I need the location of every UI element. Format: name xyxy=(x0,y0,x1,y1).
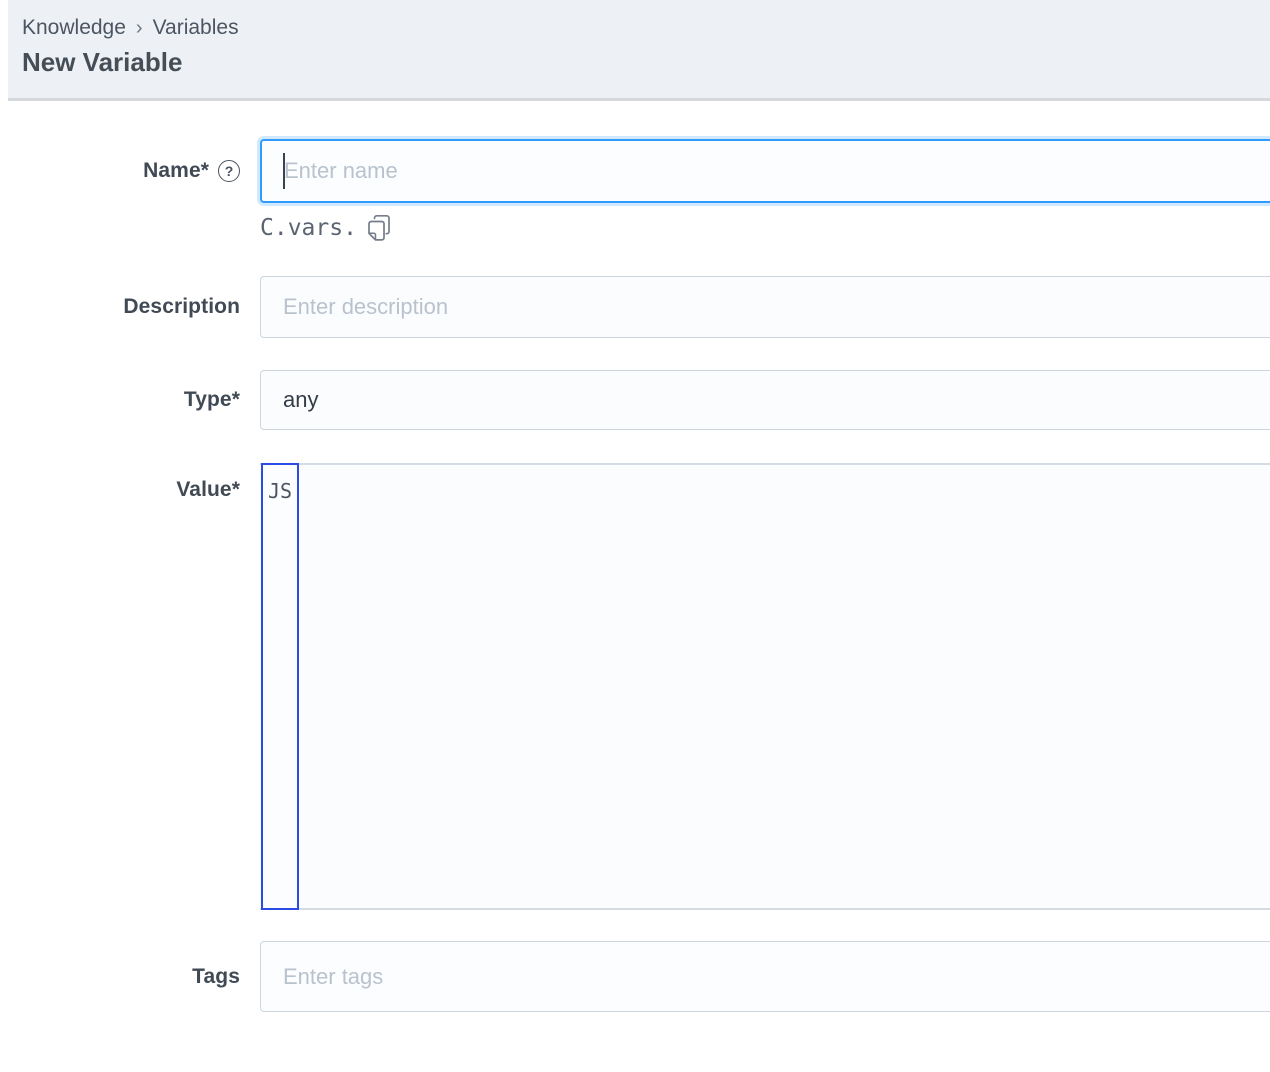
description-label: Description xyxy=(123,295,240,319)
page-header: Knowledge › Variables New Variable xyxy=(8,0,1270,101)
js-mode-badge[interactable]: JS xyxy=(261,463,299,910)
name-label: Name* xyxy=(143,159,209,183)
value-code-editor[interactable]: JS xyxy=(260,463,1270,910)
copy-icon[interactable] xyxy=(366,214,392,242)
description-input[interactable] xyxy=(260,276,1270,338)
tags-row: Tags xyxy=(0,941,1270,1012)
name-row: Name* ? xyxy=(0,139,1270,203)
value-label: Value* xyxy=(176,478,240,502)
type-label: Type* xyxy=(184,388,240,412)
help-icon[interactable]: ? xyxy=(218,160,240,182)
breadcrumb: Knowledge › Variables xyxy=(22,13,1270,43)
tags-label: Tags xyxy=(192,965,240,989)
type-row: Type* xyxy=(0,370,1270,430)
breadcrumb-separator-icon: › xyxy=(136,13,143,43)
new-variable-form: Name* ? C.vars. xyxy=(0,139,1270,1012)
type-input[interactable] xyxy=(260,370,1270,430)
variable-prefix: C.vars. xyxy=(260,215,357,241)
breadcrumb-variables[interactable]: Variables xyxy=(153,13,239,43)
breadcrumb-knowledge[interactable]: Knowledge xyxy=(22,13,126,43)
value-row: Value* JS xyxy=(0,463,1270,910)
text-caret xyxy=(283,153,285,189)
name-input[interactable] xyxy=(260,139,1270,203)
description-row: Description xyxy=(0,276,1270,338)
variable-prefix-row: C.vars. xyxy=(0,214,1270,242)
tags-input[interactable] xyxy=(260,941,1270,1012)
page-title: New Variable xyxy=(22,43,1270,81)
